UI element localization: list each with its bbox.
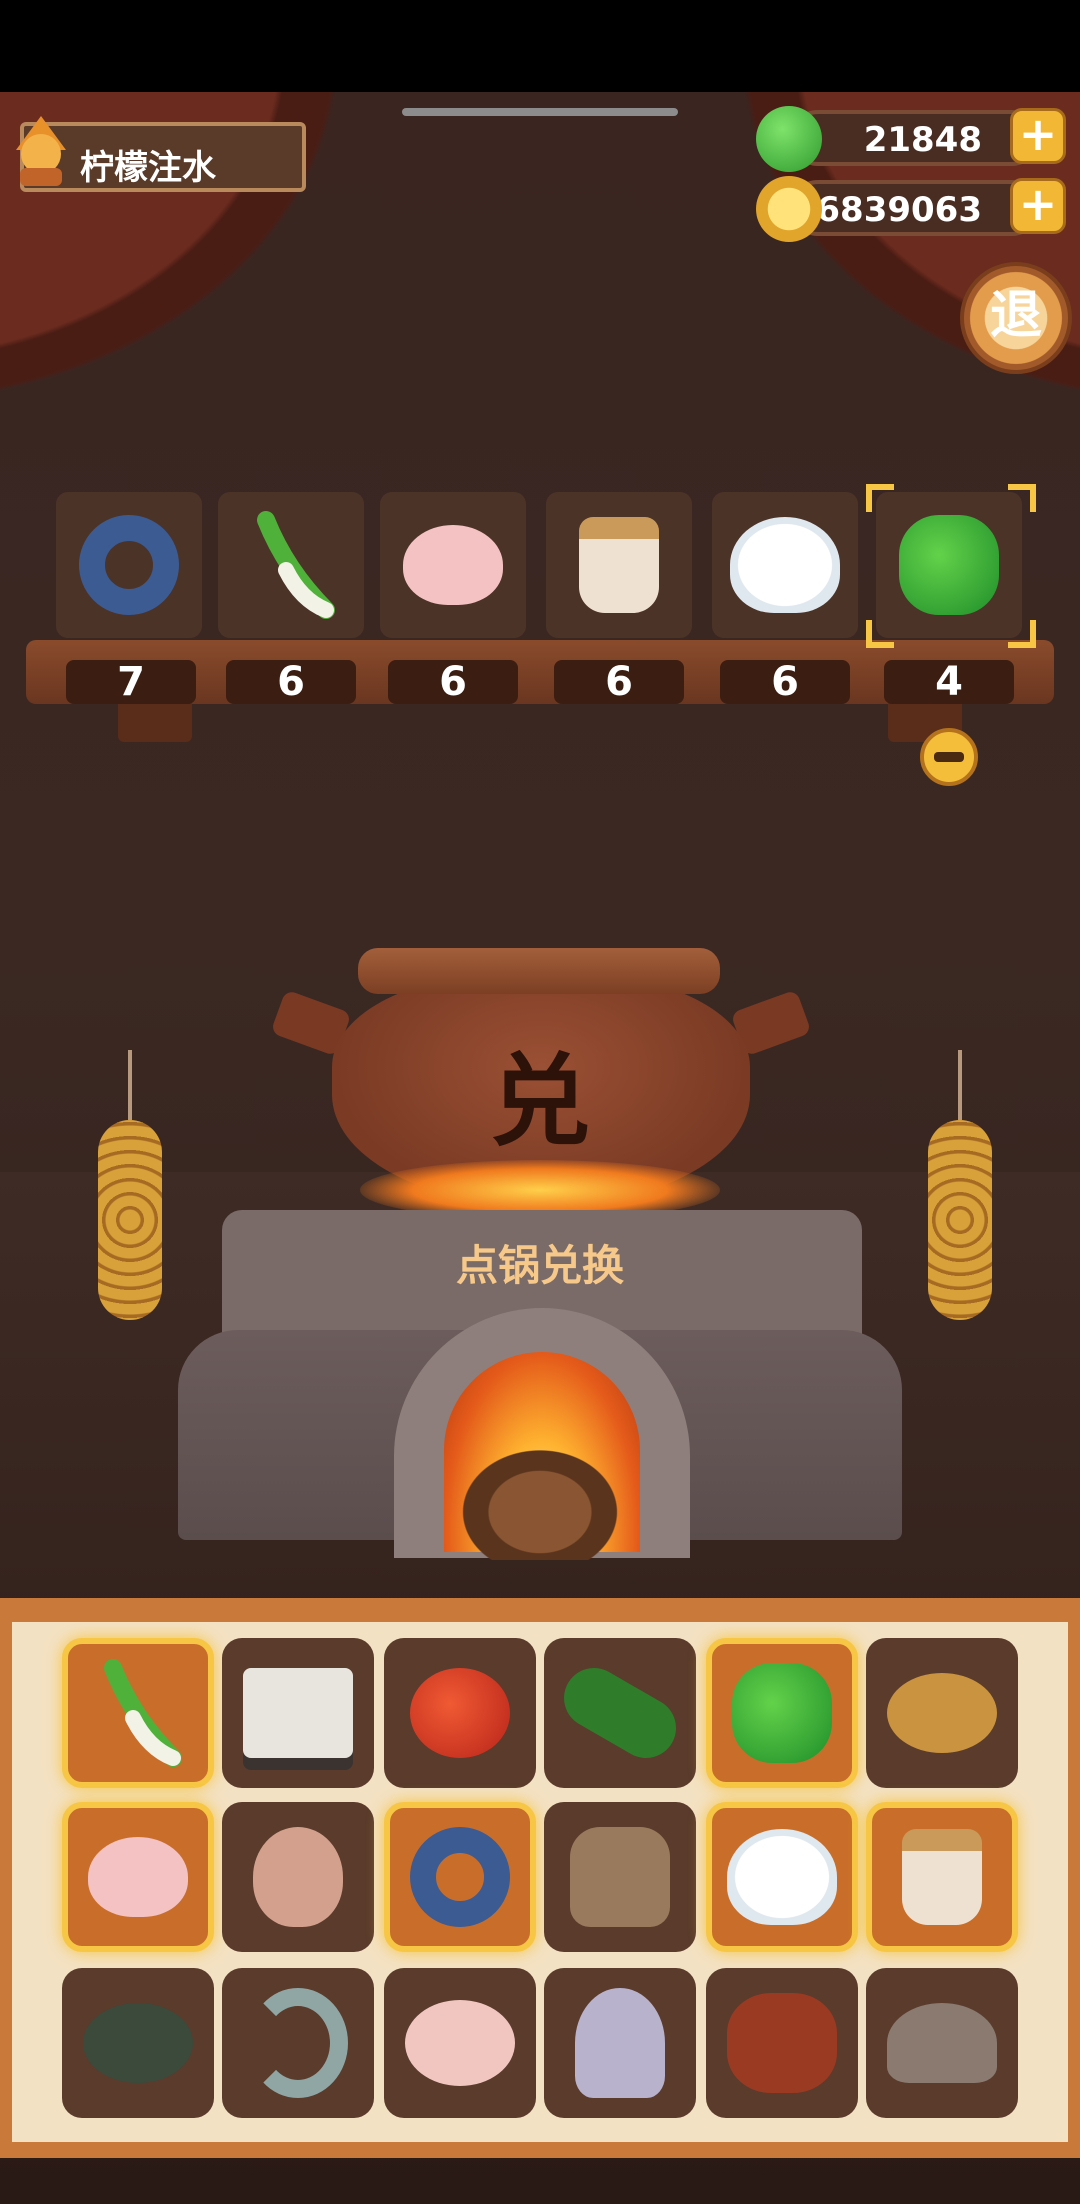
inventory-slot[interactable] [384,1968,536,2118]
potato-icon [887,1673,997,1753]
ingredient-count: 6 [554,660,684,704]
sack-icon [570,1827,670,1927]
inventory-grid [12,1622,1068,2142]
player-avatar-icon[interactable] [6,110,76,190]
green-pepper-icon [732,1663,832,1763]
coin-counter: 6839063 [790,180,1040,236]
ingredient-count: 6 [388,660,518,704]
inventory-slot[interactable] [706,1802,858,1952]
fish-ring-icon [410,1827,510,1927]
egg-icon [253,1827,343,1927]
roast-bird-icon [88,1837,188,1917]
selected-slot[interactable] [712,492,858,638]
crab-icon [83,2003,193,2083]
roast-bird-icon [403,525,503,605]
inventory-slot[interactable] [62,1968,214,2118]
inventory-slot[interactable] [544,1968,696,2118]
jar-icon [902,1829,982,1925]
cucumber-icon [553,1657,687,1769]
selection-corner [1008,620,1036,648]
hanging-corn-icon [98,1120,162,1320]
meat-icon [727,1993,837,2093]
stove-label[interactable]: 点锅兑换 [380,1232,700,1293]
selection-corner [1008,484,1036,512]
inventory-slot[interactable] [866,1638,1018,1788]
ingredient-count: 4 [884,660,1014,704]
leek-icon [257,511,335,619]
tomato-icon [410,1668,510,1758]
inventory-slot[interactable] [222,1802,374,1952]
hanging-corn-icon [928,1120,992,1320]
status-bar [0,0,1080,92]
ingredient-count: 7 [66,660,196,704]
gem-icon [756,106,822,172]
selected-slot[interactable] [546,492,692,638]
firewood-icon [450,1440,630,1560]
ingredient-count: 6 [226,660,356,704]
gem-value: 21848 [863,120,982,160]
selection-corner [866,620,894,648]
player-name: 柠檬注水 [80,148,216,188]
shelf-leg [118,700,192,742]
green-pepper-icon [899,515,999,615]
pot-glyph: 兑 [490,1043,590,1160]
ingredient-count: 6 [720,660,850,704]
inventory-slot[interactable] [866,1968,1018,2118]
inventory-slot[interactable] [62,1638,214,1788]
inventory-slot[interactable] [384,1802,536,1952]
remove-ingredient-button[interactable] [920,728,978,786]
coin-value: 6839063 [816,190,982,230]
add-coins-button[interactable]: + [1010,178,1066,234]
selected-slot-active[interactable] [876,492,1022,638]
chicken-icon [405,2000,515,2086]
fish-ring-icon [79,515,179,615]
inventory-slot[interactable] [706,1968,858,2118]
selection-corner [866,484,894,512]
inventory-slot[interactable] [866,1802,1018,1952]
selected-slot[interactable] [218,492,364,638]
pot-rim [358,948,720,994]
squid-icon [575,1988,665,2098]
add-gems-button[interactable]: + [1010,108,1066,164]
inventory-slot[interactable] [384,1638,536,1788]
jar-icon [579,517,659,613]
coin-icon [756,176,822,242]
inventory-slot[interactable] [222,1968,374,2118]
corn-string [958,1050,962,1120]
shrimp-icon [248,1988,348,2098]
leek-icon [104,1659,182,1767]
corn-string [128,1050,132,1120]
home-indicator[interactable] [402,108,678,116]
tofu-icon [243,1668,353,1758]
exit-button[interactable]: 退 [960,262,1072,374]
inventory-slot[interactable] [62,1802,214,1952]
rice-bowl-icon [727,1829,837,1925]
clam-icon [887,2003,997,2083]
selected-slot[interactable] [56,492,202,638]
gem-counter: 21848 [790,110,1040,166]
rice-bowl-icon [730,517,840,613]
inventory-slot[interactable] [706,1638,858,1788]
inventory-slot[interactable] [544,1802,696,1952]
inventory-slot[interactable] [222,1638,374,1788]
inventory-slot[interactable] [544,1638,696,1788]
selected-slot[interactable] [380,492,526,638]
